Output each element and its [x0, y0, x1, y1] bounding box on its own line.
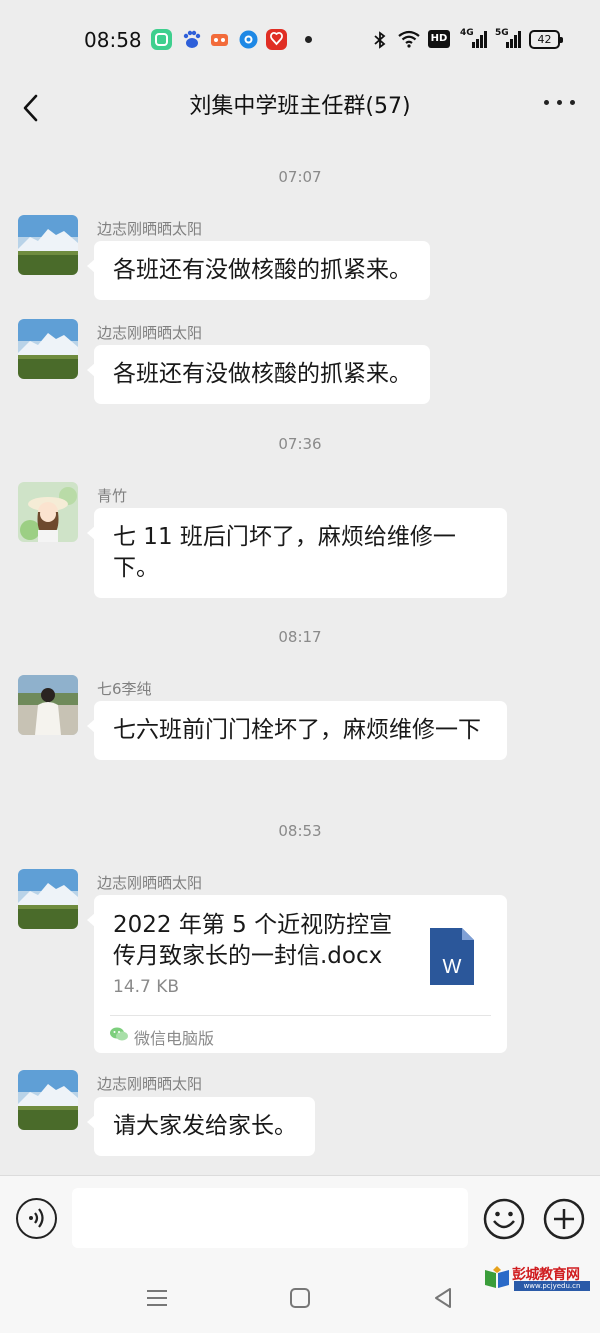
- wifi-icon: [398, 30, 420, 48]
- plus-icon[interactable]: [543, 1198, 585, 1240]
- battery-indicator: 42: [529, 30, 563, 49]
- voice-icon: [29, 1208, 44, 1228]
- menu-icon[interactable]: [142, 1283, 172, 1313]
- more-options-icon[interactable]: [542, 98, 576, 108]
- girl-hat-avatar[interactable]: [18, 482, 78, 542]
- timestamp: 07:36: [278, 435, 322, 453]
- message-input[interactable]: [72, 1188, 468, 1248]
- back-icon[interactable]: [428, 1283, 458, 1313]
- mountain-avatar[interactable]: [18, 215, 78, 275]
- pinduoduo-icon: [266, 29, 287, 50]
- message-bubble[interactable]: 七六班前门门栓坏了，麻烦维修一下: [87, 701, 507, 760]
- status-bar: 08:58 HD 4G 5G 42: [0, 0, 600, 80]
- browser-icon: [238, 29, 259, 50]
- site-watermark: 彭城教育网 www.pcjyedu.cn: [484, 1264, 596, 1292]
- hd-badge: HD: [428, 30, 450, 48]
- word-doc-icon: W: [430, 928, 474, 985]
- baidu-icon: [181, 29, 202, 50]
- chat-title: 刘集中学班主任群(57): [189, 94, 411, 119]
- message-bubble[interactable]: 请大家发给家长。: [87, 1097, 315, 1156]
- file-name: 2022 年第 5 个近视防控宣传月致家长的一封信.docx: [113, 912, 393, 969]
- sender-name: 边志刚晒晒太阳: [97, 874, 203, 892]
- signal-bars-1: [472, 30, 487, 48]
- message-bubble[interactable]: 各班还有没做核酸的抓紧来。: [87, 241, 430, 300]
- message-bubble[interactable]: 各班还有没做核酸的抓紧来。: [87, 345, 430, 404]
- notification-dot: [305, 36, 312, 43]
- voice-input-button[interactable]: [16, 1198, 57, 1239]
- back-arrow-icon[interactable]: [18, 88, 44, 128]
- status-time: 08:58: [84, 28, 142, 52]
- home-icon[interactable]: [285, 1283, 315, 1313]
- input-bar: [0, 1175, 600, 1263]
- chat-header: 刘集中学班主任群(57): [0, 80, 600, 140]
- svg-text:W: W: [443, 956, 462, 978]
- wechat-icon: [110, 1027, 128, 1041]
- watermark-url: www.pcjyedu.cn: [514, 1281, 590, 1291]
- sender-name: 七6李纯: [97, 680, 152, 698]
- message-bubble[interactable]: 七 11 班后门坏了，麻烦给维修一下。: [87, 508, 507, 598]
- file-source-label: 微信电脑版: [134, 1029, 215, 1048]
- bluetooth-icon: [374, 31, 386, 49]
- mountain-avatar[interactable]: [18, 869, 78, 929]
- message-list[interactable]: 07:07 边志刚晒晒太阳 各班还有没做核酸的抓紧来。 边志刚晒晒太阳 各班还有…: [0, 140, 600, 1175]
- mountain-avatar[interactable]: [18, 1070, 78, 1130]
- file-size: 14.7 KB: [113, 977, 180, 997]
- sender-name: 边志刚晒晒太阳: [97, 1075, 203, 1093]
- file-card-divider: [110, 1015, 491, 1016]
- file-message-card[interactable]: 2022 年第 5 个近视防控宣传月致家长的一封信.docx 14.7 KB W…: [87, 895, 507, 1053]
- sender-name: 边志刚晒晒太阳: [97, 220, 203, 238]
- game-icon: [209, 29, 230, 50]
- timestamp: 08:17: [278, 628, 322, 646]
- emoji-icon[interactable]: [483, 1198, 525, 1240]
- message-icon: [151, 29, 172, 50]
- timestamp: 08:53: [278, 822, 322, 840]
- timestamp: 07:07: [278, 168, 322, 186]
- book-logo-icon: [485, 1266, 509, 1288]
- signal-bars-2: [506, 30, 521, 48]
- sender-name: 青竹: [97, 487, 128, 505]
- mountain-avatar[interactable]: [18, 319, 78, 379]
- girl-back-avatar[interactable]: [18, 675, 78, 735]
- sender-name: 边志刚晒晒太阳: [97, 324, 203, 342]
